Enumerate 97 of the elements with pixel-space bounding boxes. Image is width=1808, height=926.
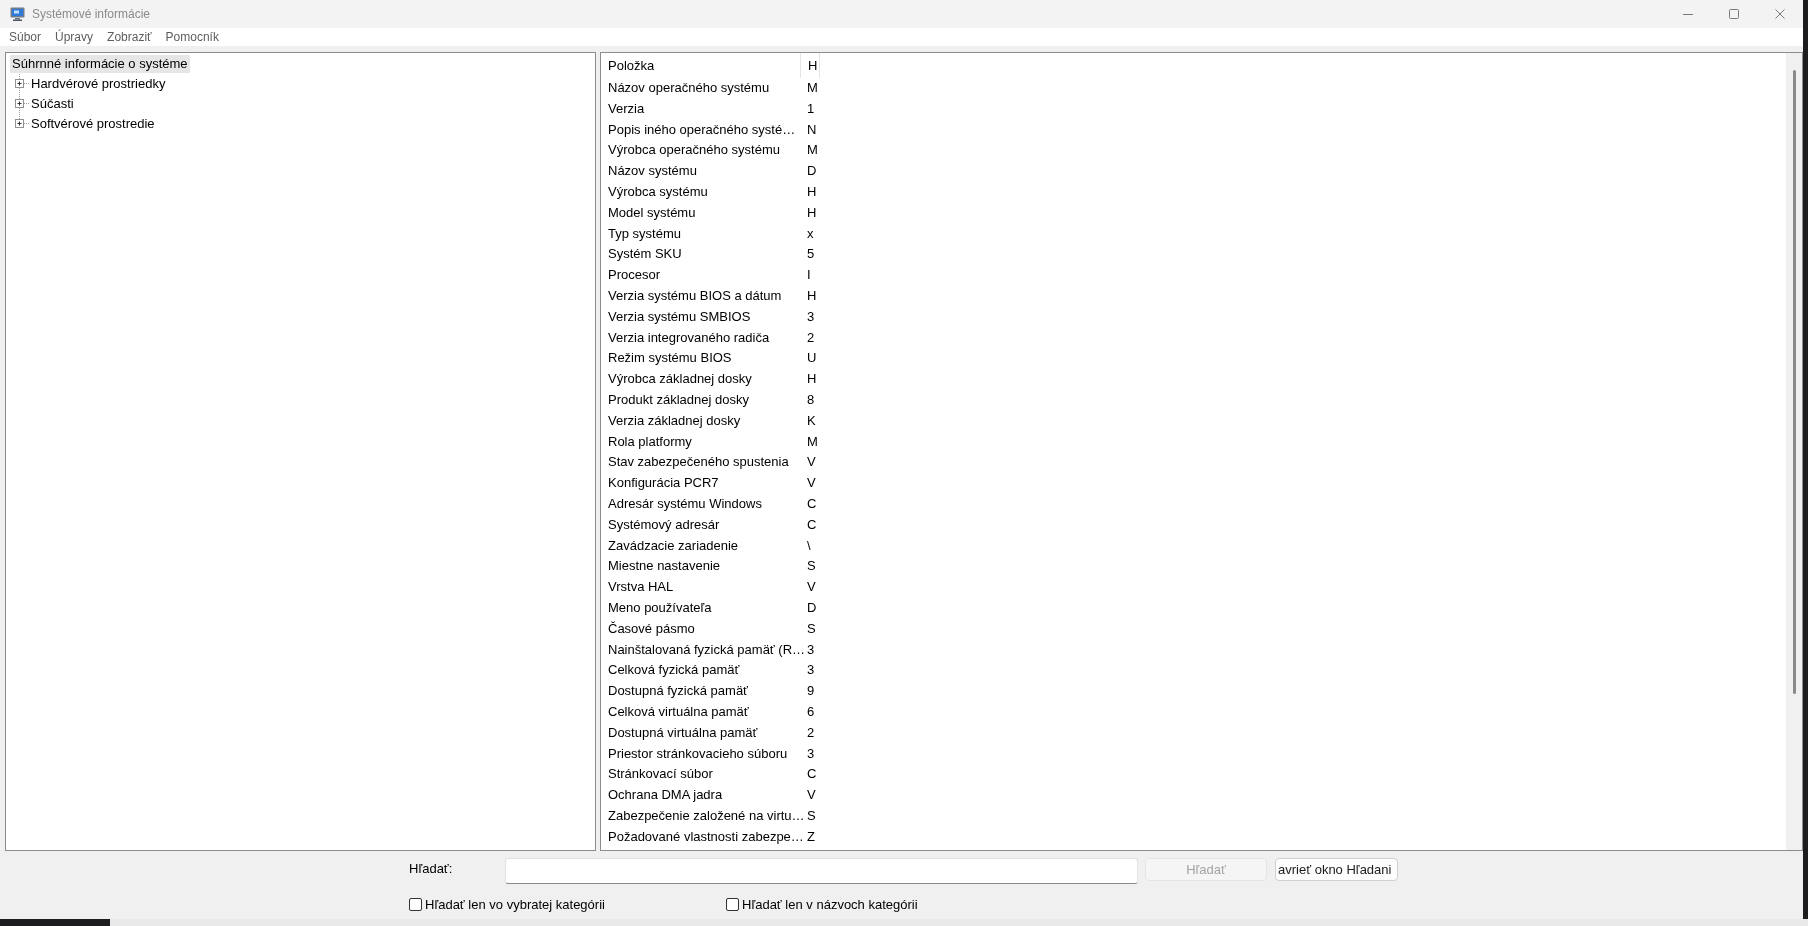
computer-icon bbox=[10, 7, 25, 21]
close-search-button[interactable]: avrieť okno Hľadani bbox=[1275, 858, 1398, 881]
table-cell-text: M bbox=[806, 79, 819, 97]
table-cell-text: Verzia základnej dosky bbox=[607, 411, 742, 430]
table-cell-text: 2 bbox=[806, 328, 816, 347]
checkbox[interactable] bbox=[409, 898, 422, 911]
table-cell-text: Verzia systému BIOS a dátum bbox=[607, 286, 783, 305]
table-cell-text: Zabezpečenie založené na virtu… bbox=[607, 806, 801, 825]
table-cell-text: S bbox=[806, 557, 817, 576]
table-cell-text: Zavádzacie zariadenie bbox=[607, 536, 740, 555]
table-cell-text: 3 bbox=[806, 661, 816, 680]
table-cell-text: K bbox=[806, 411, 817, 430]
table-cell-text: 3 bbox=[806, 640, 816, 659]
table-cell-text: C bbox=[806, 494, 818, 513]
table-cell-text: Priestor stránkovacieho súboru bbox=[607, 744, 789, 763]
table-cell-text: Procesor bbox=[607, 266, 662, 285]
table-cell-text: Ochrana DMA jadra bbox=[607, 786, 724, 805]
table-cell-text: Vrstva HAL bbox=[607, 578, 675, 597]
table-cell-text: Požadované vlastnosti zabezpe… bbox=[607, 827, 801, 846]
table-cell-text: D bbox=[806, 162, 818, 181]
table-cell-text: 1 bbox=[806, 99, 816, 118]
table-cell-text: M bbox=[806, 432, 819, 451]
checkbox-label[interactable]: Hľadať len vo vybratej kategórii bbox=[425, 897, 605, 912]
table-cell-text: Systém SKU bbox=[607, 245, 683, 264]
table-cell-text: I bbox=[806, 266, 812, 285]
table-cell-text: Dostupná virtuálna pamäť bbox=[607, 723, 759, 742]
maximize-icon bbox=[1729, 9, 1739, 19]
window-title: Systémové informácie bbox=[32, 7, 151, 21]
table-cell-text: V bbox=[806, 786, 817, 805]
tree-item[interactable]: Softvérové prostredie bbox=[29, 115, 157, 133]
table-cell-text: C bbox=[806, 765, 818, 784]
table-cell-text: Verzia bbox=[607, 99, 646, 118]
table-cell-text: H bbox=[806, 370, 818, 389]
table-cell-text: Výrobca operačného systému bbox=[607, 141, 781, 160]
menu-item[interactable]: Úpravy bbox=[48, 28, 101, 46]
table-cell-text: Verzia systému SMBIOS bbox=[607, 307, 752, 326]
table-cell-text: Model systému bbox=[607, 203, 697, 222]
table-cell-text: Výrobca systému bbox=[607, 183, 709, 201]
scrollbar[interactable] bbox=[1786, 53, 1802, 850]
table-cell-text: S bbox=[806, 806, 817, 825]
table-cell-text: 5 bbox=[806, 245, 816, 264]
table-cell-text: V bbox=[806, 474, 817, 493]
table-cell-text: Z bbox=[806, 827, 816, 846]
table-cell-text: 3 bbox=[806, 744, 816, 763]
column-header[interactable]: Položka bbox=[601, 53, 801, 78]
menu-item[interactable]: Zobraziť bbox=[100, 28, 159, 46]
close-icon bbox=[1775, 9, 1785, 19]
table-cell-text: 3 bbox=[806, 307, 816, 326]
checkbox-label[interactable]: Hľadať len v názvoch kategórii bbox=[742, 897, 918, 912]
table-cell-text: Typ systému bbox=[607, 224, 682, 243]
column-header[interactable]: H bbox=[801, 53, 820, 78]
tree-item[interactable]: Súhrnné informácie o systéme bbox=[10, 55, 190, 73]
table-cell-text: S bbox=[806, 619, 817, 638]
table-cell-text: Výrobca základnej dosky bbox=[607, 370, 753, 389]
table-cell-text: Adresár systému Windows bbox=[607, 494, 763, 513]
table-cell-text: V bbox=[806, 453, 817, 472]
table-cell-text: Systémový adresár bbox=[607, 515, 721, 534]
table-cell-text: U bbox=[806, 349, 818, 368]
table-cell-text: 8 bbox=[806, 390, 816, 409]
table-cell-text: H bbox=[806, 203, 818, 222]
table-cell-text: M bbox=[806, 141, 819, 160]
table-cell-text: Názov operačného systému bbox=[607, 79, 771, 97]
table-cell-text: 9 bbox=[806, 682, 816, 701]
checkbox[interactable] bbox=[726, 898, 739, 911]
table-cell-text: Verzia integrovaného radiča bbox=[607, 328, 771, 347]
minimize-icon bbox=[1683, 13, 1693, 15]
scrollbar-thumb[interactable] bbox=[1792, 70, 1796, 694]
table-cell-text: D bbox=[806, 598, 818, 617]
table-cell-text: Meno používateľa bbox=[607, 598, 713, 617]
table-cell-text: Produkt základnej dosky bbox=[607, 390, 750, 409]
table-cell-text: \ bbox=[806, 536, 812, 555]
table-cell-text: Konfigurácia PCR7 bbox=[607, 474, 720, 493]
menu-item[interactable]: Pomocník bbox=[158, 28, 226, 46]
table-cell-text: Popis iného operačného systé… bbox=[607, 120, 797, 139]
table-cell-text: H bbox=[806, 286, 818, 305]
table-cell-text: N bbox=[806, 120, 818, 139]
table-cell-text: Celková fyzická pamäť bbox=[607, 661, 741, 680]
search-field[interactable] bbox=[505, 858, 1138, 884]
table-cell-text: C bbox=[806, 515, 818, 534]
table-cell-text: Časové pásmo bbox=[607, 619, 696, 638]
table-cell-text: Názov systému bbox=[607, 162, 698, 181]
table-cell-text: Stránkovací súbor bbox=[607, 765, 714, 784]
table-cell-text: H bbox=[806, 183, 818, 201]
table-cell-text: 2 bbox=[806, 723, 816, 742]
table-cell-text: Rola platformy bbox=[607, 432, 693, 451]
table-cell-text: 6 bbox=[806, 702, 816, 721]
table-cell-text: V bbox=[806, 578, 817, 597]
menu-item[interactable]: Súbor bbox=[2, 28, 49, 46]
table-cell-text: Stav zabezpečeného spustenia bbox=[607, 453, 790, 472]
table-cell-text: Celková virtuálna pamäť bbox=[607, 702, 750, 721]
tree-item[interactable]: Súčasti bbox=[29, 95, 76, 113]
table-cell-text: Dostupná fyzická pamäť bbox=[607, 682, 749, 701]
table-cell-text: Režim systému BIOS bbox=[607, 349, 733, 368]
tree-item[interactable]: Hardvérové prostriedky bbox=[29, 75, 168, 93]
table-cell-text: Miestne nastavenie bbox=[607, 557, 721, 576]
table-cell-text: x bbox=[806, 224, 815, 243]
search-label: Hľadať: bbox=[409, 860, 454, 878]
